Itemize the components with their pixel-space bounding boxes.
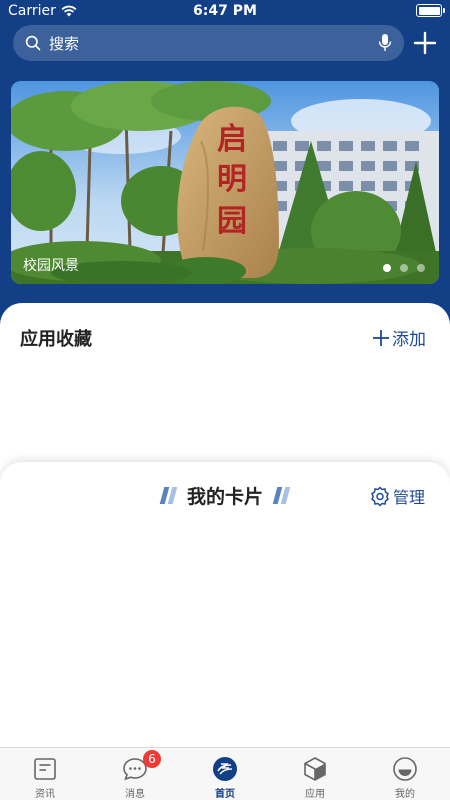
search-input[interactable]: 搜索 bbox=[13, 25, 404, 61]
manage-cards-label: 管理 bbox=[392, 488, 425, 507]
favorites-title: 应用收藏 bbox=[20, 329, 92, 350]
svg-text:启: 启 bbox=[217, 122, 247, 157]
add-icon[interactable] bbox=[410, 28, 440, 58]
tab-home[interactable]: 首页 bbox=[180, 748, 270, 800]
cards-section: 我的卡片 管理 bbox=[0, 462, 450, 747]
campus-scenery-image: 启 明 园 bbox=[11, 81, 439, 284]
home-logo-icon bbox=[213, 757, 237, 781]
battery-icon bbox=[416, 4, 445, 17]
tab-messages[interactable]: 6 消息 bbox=[90, 748, 180, 800]
carousel-indicator[interactable] bbox=[383, 264, 425, 272]
profile-icon bbox=[393, 757, 417, 781]
tab-label: 首页 bbox=[215, 789, 235, 800]
tab-apps[interactable]: 应用 bbox=[270, 748, 360, 800]
gear-icon bbox=[371, 486, 389, 507]
campus-banner[interactable]: 启 明 园 校园风景 bbox=[11, 81, 439, 284]
tab-label: 我的 bbox=[395, 789, 415, 800]
microphone-icon[interactable] bbox=[378, 33, 392, 53]
carousel-dot[interactable] bbox=[400, 264, 408, 272]
search-placeholder: 搜索 bbox=[49, 34, 80, 53]
tab-news[interactable]: 资讯 bbox=[0, 748, 90, 800]
unread-badge: 6 bbox=[143, 750, 161, 768]
favorites-section: 应用收藏 添加 bbox=[0, 303, 450, 483]
decorative-slashes-left bbox=[159, 487, 178, 504]
tab-profile[interactable]: 我的 bbox=[360, 748, 450, 800]
search-icon bbox=[25, 35, 41, 51]
bottom-tab-bar: 资讯 6 消息 首页 应用 我的 bbox=[0, 747, 450, 800]
plus-icon bbox=[373, 329, 389, 346]
clock: 6:47 PM bbox=[193, 3, 257, 19]
add-favorite-label: 添加 bbox=[392, 330, 426, 350]
cards-title: 我的卡片 bbox=[186, 486, 263, 508]
carousel-dot[interactable] bbox=[383, 264, 391, 272]
status-bar: Carrier 6:47 PM bbox=[0, 0, 450, 24]
banner-caption: 校园风景 bbox=[23, 258, 79, 274]
tab-label: 应用 bbox=[305, 789, 325, 800]
news-icon bbox=[34, 758, 56, 780]
tab-label: 资讯 bbox=[35, 789, 55, 800]
carousel-dot[interactable] bbox=[417, 264, 425, 272]
svg-text:园: 园 bbox=[217, 204, 247, 239]
manage-cards-button[interactable]: 管理 bbox=[369, 484, 425, 508]
add-favorite-button[interactable]: 添加 bbox=[372, 325, 426, 350]
tab-label: 消息 bbox=[125, 789, 145, 800]
decorative-slashes-right bbox=[272, 487, 291, 504]
svg-text:明: 明 bbox=[217, 162, 247, 197]
apps-box-icon bbox=[304, 757, 326, 781]
